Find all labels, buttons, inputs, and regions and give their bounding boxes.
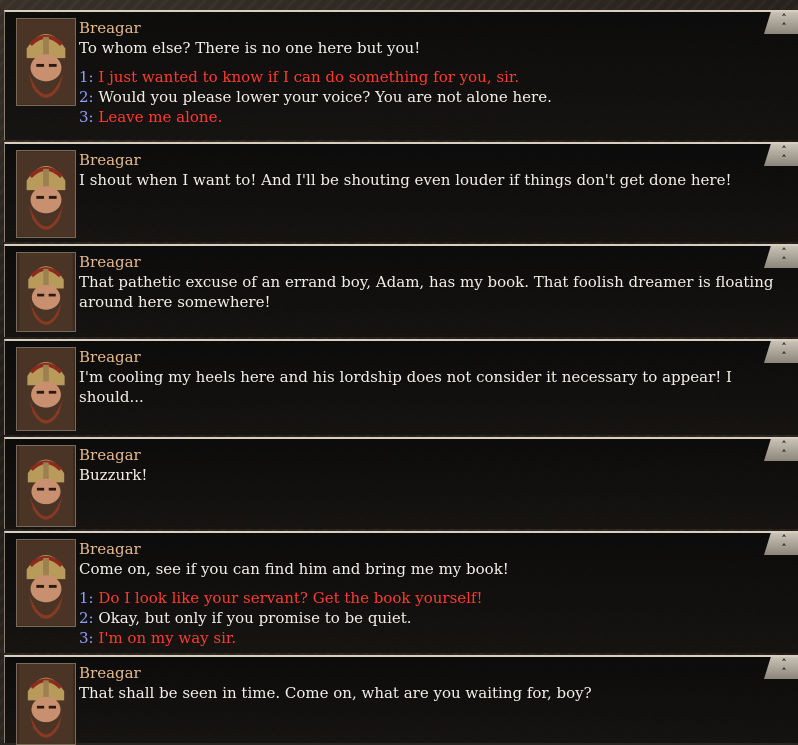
- dialog-panel-3: Breagar That pathetic excuse of an erran…: [4, 244, 798, 337]
- choice-text: Okay, but only if you promise to be quie…: [98, 609, 412, 627]
- speaker-portrait: [16, 663, 76, 745]
- speaker-portrait: [16, 539, 76, 627]
- double-chevron-up-icon: ˄ ˄: [781, 12, 787, 34]
- speaker-name: Breagar: [79, 253, 141, 271]
- dialog-panel-2: Breagar I shout when I want to! And I'll…: [4, 142, 798, 242]
- double-chevron-up-icon: ˄ ˄: [781, 246, 787, 268]
- speaker-name: Breagar: [79, 19, 141, 37]
- collapse-button[interactable]: ˄ ˄: [764, 657, 798, 679]
- dialog-choice-2[interactable]: 2: Would you please lower your voice? Yo…: [79, 87, 788, 107]
- dialog-line: Come on, see if you can find him and bri…: [79, 560, 509, 578]
- collapse-button[interactable]: ˄ ˄: [764, 341, 798, 363]
- choice-list: 1: I just wanted to know if I can do som…: [79, 67, 788, 127]
- double-chevron-up-icon: ˄ ˄: [781, 341, 787, 363]
- choice-text: Do I look like your servant? Get the boo…: [98, 589, 483, 607]
- speaker-portrait: [16, 347, 76, 431]
- dialog-panel-1: Breagar To whom else? There is no one he…: [4, 10, 798, 140]
- dialog-choice-2[interactable]: 2: Okay, but only if you promise to be q…: [79, 608, 788, 628]
- choice-number: 3:: [79, 108, 94, 126]
- choice-number: 2:: [79, 609, 94, 627]
- speaker-name: Breagar: [79, 446, 141, 464]
- dialog-line: To whom else? There is no one here but y…: [79, 39, 421, 57]
- dialog-line: That shall be seen in time. Come on, wha…: [79, 684, 592, 702]
- collapse-button[interactable]: ˄ ˄: [764, 439, 798, 461]
- choice-number: 2:: [79, 88, 94, 106]
- collapse-button[interactable]: ˄ ˄: [764, 533, 798, 555]
- speaker-portrait: [16, 150, 76, 238]
- dialog-line: That pathetic excuse of an errand boy, A…: [79, 273, 774, 311]
- choice-list: 1: Do I look like your servant? Get the …: [79, 588, 788, 648]
- collapse-button[interactable]: ˄ ˄: [764, 12, 798, 34]
- choice-number: 1:: [79, 589, 94, 607]
- dialog-panel-4: Breagar I'm cooling my heels here and hi…: [4, 339, 798, 435]
- choice-text: Would you please lower your voice? You a…: [98, 88, 552, 106]
- dialog-choice-3[interactable]: 3: Leave me alone.: [79, 107, 788, 127]
- dialog-choice-1[interactable]: 1: I just wanted to know if I can do som…: [79, 67, 788, 87]
- collapse-button[interactable]: ˄ ˄: [764, 246, 798, 268]
- double-chevron-up-icon: ˄ ˄: [781, 657, 787, 679]
- dialog-panel-7: Breagar That shall be seen in time. Come…: [4, 655, 798, 745]
- speaker-portrait: [16, 252, 76, 332]
- speaker-portrait: [16, 18, 76, 106]
- dialog-line: I'm cooling my heels here and his lordsh…: [79, 368, 732, 406]
- speaker-name: Breagar: [79, 540, 141, 558]
- double-chevron-up-icon: ˄ ˄: [781, 439, 787, 461]
- collapse-button[interactable]: ˄ ˄: [764, 144, 798, 166]
- choice-text: I just wanted to know if I can do someth…: [98, 68, 520, 86]
- choice-text: Leave me alone.: [98, 108, 223, 126]
- choice-text: I'm on my way sir.: [98, 629, 237, 647]
- double-chevron-up-icon: ˄ ˄: [781, 533, 787, 555]
- dialog-choice-3[interactable]: 3: I'm on my way sir.: [79, 628, 788, 648]
- dialog-panel-6: Breagar Come on, see if you can find him…: [4, 531, 798, 653]
- dialog-line: I shout when I want to! And I'll be shou…: [79, 171, 732, 189]
- choice-number: 1:: [79, 68, 94, 86]
- dialog-panel-5: Breagar Buzzurk! ˄ ˄: [4, 437, 798, 529]
- dialog-choice-1[interactable]: 1: Do I look like your servant? Get the …: [79, 588, 788, 608]
- speaker-name: Breagar: [79, 348, 141, 366]
- dialog-line: Buzzurk!: [79, 466, 148, 484]
- speaker-name: Breagar: [79, 151, 141, 169]
- speaker-name: Breagar: [79, 664, 141, 682]
- double-chevron-up-icon: ˄ ˄: [781, 144, 787, 166]
- speaker-portrait: [16, 445, 76, 527]
- choice-number: 3:: [79, 629, 94, 647]
